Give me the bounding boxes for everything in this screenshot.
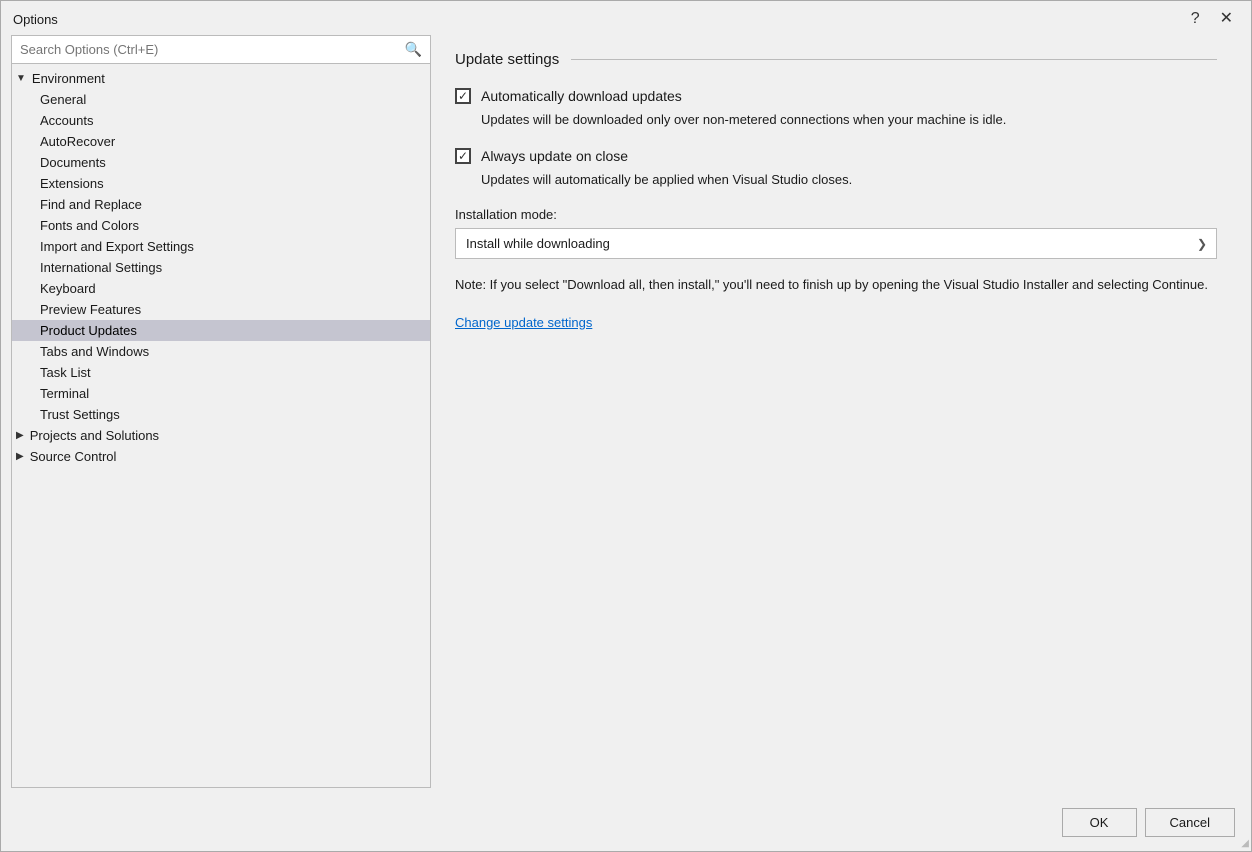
always-update-desc: Updates will automatically be applied wh…: [481, 170, 1217, 190]
tree-item-trust-settings[interactable]: Trust Settings: [12, 404, 430, 425]
installation-mode-dropdown[interactable]: Install while downloading Download all, …: [455, 228, 1217, 259]
tree-item-keyboard[interactable]: Keyboard: [12, 278, 430, 299]
tree-item-international[interactable]: International Settings: [12, 257, 430, 278]
cancel-button[interactable]: Cancel: [1145, 808, 1235, 837]
resize-handle[interactable]: ◢: [1241, 838, 1249, 849]
projects-label: Projects and Solutions: [30, 428, 159, 443]
accounts-label: Accounts: [40, 113, 93, 128]
tree-item-product-updates[interactable]: Product Updates: [12, 320, 430, 341]
tree-item-projects[interactable]: ▶ Projects and Solutions: [12, 425, 430, 446]
dialog-body: 🔍 ▼ Environment General Accounts AutoRec…: [1, 35, 1251, 798]
auto-download-row: Automatically download updates: [455, 88, 1217, 104]
section-title: Update settings: [455, 51, 559, 68]
extensions-label: Extensions: [40, 176, 104, 191]
tree-item-find-replace[interactable]: Find and Replace: [12, 194, 430, 215]
title-controls: ? ✕: [1185, 9, 1239, 29]
tree-item-extensions[interactable]: Extensions: [12, 173, 430, 194]
tree-item-environment[interactable]: ▼ Environment: [12, 68, 430, 89]
tree-item-source-control[interactable]: ▶ Source Control: [12, 446, 430, 467]
help-button[interactable]: ?: [1185, 9, 1206, 29]
section-header: Update settings: [455, 51, 1217, 68]
auto-download-desc: Updates will be downloaded only over non…: [481, 110, 1217, 130]
ok-button[interactable]: OK: [1062, 808, 1137, 837]
always-update-row: Always update on close: [455, 148, 1217, 164]
tree-item-autorecover[interactable]: AutoRecover: [12, 131, 430, 152]
keyboard-label: Keyboard: [40, 281, 96, 296]
tree-item-documents[interactable]: Documents: [12, 152, 430, 173]
import-export-label: Import and Export Settings: [40, 239, 194, 254]
autorecover-label: AutoRecover: [40, 134, 115, 149]
installation-mode-dropdown-wrap: Install while downloading Download all, …: [455, 228, 1217, 259]
source-control-label: Source Control: [30, 449, 117, 464]
tree-item-tabs-windows[interactable]: Tabs and Windows: [12, 341, 430, 362]
product-updates-label: Product Updates: [40, 323, 137, 338]
trust-settings-label: Trust Settings: [40, 407, 120, 422]
auto-download-checkbox[interactable]: [455, 88, 471, 104]
environment-label: Environment: [32, 71, 105, 86]
tree-item-terminal[interactable]: Terminal: [12, 383, 430, 404]
arrow-down-icon: ▼: [16, 73, 26, 84]
title-bar: Options ? ✕: [1, 1, 1251, 35]
section-divider: [571, 59, 1217, 60]
left-panel: 🔍 ▼ Environment General Accounts AutoRec…: [11, 35, 431, 788]
task-list-label: Task List: [40, 365, 91, 380]
tree-item-accounts[interactable]: Accounts: [12, 110, 430, 131]
always-update-label: Always update on close: [481, 148, 628, 164]
tree-item-fonts-colors[interactable]: Fonts and Colors: [12, 215, 430, 236]
terminal-label: Terminal: [40, 386, 89, 401]
arrow-right-icon2: ▶: [16, 451, 24, 462]
change-update-settings-link[interactable]: Change update settings: [455, 315, 592, 330]
international-label: International Settings: [40, 260, 162, 275]
installation-mode-label: Installation mode:: [455, 207, 1217, 222]
note-text: Note: If you select "Download all, then …: [455, 275, 1217, 295]
search-icon: 🔍: [397, 41, 430, 58]
close-button[interactable]: ✕: [1214, 9, 1239, 29]
tree-item-task-list[interactable]: Task List: [12, 362, 430, 383]
tabs-windows-label: Tabs and Windows: [40, 344, 149, 359]
find-replace-label: Find and Replace: [40, 197, 142, 212]
dialog-footer: OK Cancel: [1, 798, 1251, 851]
always-update-checkbox[interactable]: [455, 148, 471, 164]
search-box: 🔍: [12, 36, 430, 64]
fonts-colors-label: Fonts and Colors: [40, 218, 139, 233]
right-panel: Update settings Automatically download u…: [431, 35, 1241, 788]
options-dialog: Options ? ✕ 🔍 ▼ Environment General: [0, 0, 1252, 852]
general-label: General: [40, 92, 86, 107]
tree-item-import-export[interactable]: Import and Export Settings: [12, 236, 430, 257]
preview-label: Preview Features: [40, 302, 141, 317]
tree-item-preview[interactable]: Preview Features: [12, 299, 430, 320]
auto-download-label: Automatically download updates: [481, 88, 682, 104]
tree-area: ▼ Environment General Accounts AutoRecov…: [12, 64, 430, 787]
documents-label: Documents: [40, 155, 106, 170]
search-input[interactable]: [12, 36, 397, 63]
tree-item-general[interactable]: General: [12, 89, 430, 110]
arrow-right-icon: ▶: [16, 430, 24, 441]
dialog-title: Options: [13, 12, 58, 27]
